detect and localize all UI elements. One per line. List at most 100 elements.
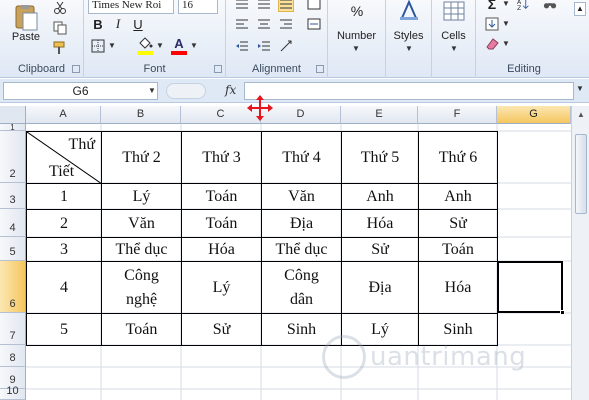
row-header-3[interactable]: 3 [0,183,26,209]
column-header-A[interactable]: A [26,106,101,124]
fill-color-button[interactable] [136,36,154,56]
align-left-button[interactable] [234,16,250,32]
corner-cell[interactable]: Thứ Tiết [26,131,102,184]
borders-button[interactable] [90,38,106,54]
fill-button[interactable] [484,16,500,32]
subject-cell[interactable]: Địa [261,209,342,238]
fill-color-dropdown-icon[interactable]: ▼ [156,41,164,50]
scroll-thumb[interactable] [575,134,587,214]
formula-expand-button[interactable]: ▼ [576,84,586,98]
cut-button[interactable] [52,0,68,16]
row-header-2[interactable]: 2 [0,131,26,183]
cells-dropdown-icon[interactable]: ▼ [450,44,458,53]
paste-button[interactable]: Paste [8,0,44,48]
formula-bar-grip[interactable] [166,83,206,99]
subject-cell[interactable]: Lý [101,183,182,210]
day-header[interactable]: Thứ 3 [181,131,262,184]
font-name-box[interactable]: Times New Roi [88,0,174,14]
column-header-G[interactable]: G [497,106,571,124]
ribbon-scroll-up[interactable]: ▲ [574,2,586,16]
bold-button[interactable]: B [90,16,106,32]
day-header[interactable]: Thứ 5 [341,131,419,184]
font-size-box[interactable]: 16 [178,0,218,14]
align-middle-button[interactable] [256,0,272,12]
row-header-8[interactable]: 8 [0,345,26,367]
period-cell[interactable]: 2 [26,209,102,238]
fill-dropdown-icon[interactable]: ▼ [502,19,510,28]
row-header-6[interactable]: 6 [0,261,26,313]
period-cell[interactable]: 5 [26,313,102,346]
column-header-B[interactable]: B [101,106,181,124]
name-box[interactable]: G6 [3,82,158,100]
subject-cell[interactable]: Lý [181,261,262,314]
fill-handle[interactable] [560,310,565,315]
subject-cell[interactable]: Anh [418,183,498,210]
subject-cell[interactable]: Sử [418,209,498,238]
insert-function-icon[interactable]: fx [225,83,236,97]
subject-cell[interactable]: Hóa [418,261,498,314]
cells-label[interactable]: Cells [432,30,475,42]
font-color-dropdown-icon[interactable]: ▼ [190,41,198,50]
subject-cell[interactable]: Toán [418,237,498,262]
subject-cell[interactable]: Hóa [181,237,262,262]
increase-indent-button[interactable] [256,38,272,54]
subject-cell[interactable]: Anh [341,183,419,210]
period-cell[interactable]: 3 [26,237,102,262]
select-all-corner[interactable] [0,106,26,124]
name-box-dropdown[interactable]: ▼ [148,86,156,95]
align-right-button[interactable] [278,16,294,32]
formula-input[interactable] [244,82,574,100]
row-header-1[interactable]: 1 [0,123,26,132]
align-center-button[interactable] [256,16,272,32]
column-header-D[interactable]: D [261,106,341,124]
autosum-dropdown-icon[interactable]: ▼ [502,0,510,8]
row-header-4[interactable]: 4 [0,209,26,237]
active-cell-G6[interactable] [497,261,563,313]
find-select-button[interactable] [542,0,558,12]
day-header[interactable]: Thứ 2 [101,131,182,184]
subject-cell[interactable]: Sử [341,237,419,262]
styles-label[interactable]: Styles [386,30,431,42]
copy-button[interactable] [52,20,68,36]
subject-cell[interactable]: Công dân [261,261,342,314]
period-cell[interactable]: 1 [26,183,102,210]
vertical-scrollbar[interactable]: ▲ [571,106,589,400]
underline-button[interactable]: U [130,16,146,32]
font-color-button[interactable]: A [170,36,188,56]
subject-cell[interactable]: Văn [261,183,342,210]
subject-cell[interactable]: Toán [181,209,262,238]
font-dialog-launcher[interactable] [214,65,222,73]
subject-cell[interactable]: Địa [341,261,419,314]
subject-cell[interactable]: Công nghệ [101,261,182,314]
borders-dropdown-icon[interactable]: ▼ [108,41,116,50]
merge-center-button[interactable] [306,16,322,32]
clipboard-dialog-launcher[interactable] [72,65,80,73]
alignment-dialog-launcher[interactable] [316,65,324,73]
align-bottom-button[interactable] [278,0,294,12]
row-header-10[interactable]: 10 [0,385,26,400]
scroll-up-arrow[interactable]: ▲ [574,108,588,122]
number-format-button[interactable]: % [340,0,374,24]
sort-filter-button[interactable]: AZ [516,0,532,12]
italic-button[interactable]: I [110,16,126,32]
day-header[interactable]: Thứ 6 [418,131,498,184]
subject-cell[interactable]: Toán [181,183,262,210]
autosum-button[interactable]: Σ [484,0,500,12]
row-header-5[interactable]: 5 [0,237,26,261]
day-header[interactable]: Thứ 4 [261,131,342,184]
styles-dropdown-icon[interactable]: ▼ [405,44,413,53]
orientation-button[interactable] [278,38,294,54]
decrease-indent-button[interactable] [234,38,250,54]
subject-cell[interactable]: Thể dục [261,237,342,262]
clear-button[interactable] [484,36,500,52]
column-header-F[interactable]: F [418,106,497,124]
subject-cell[interactable]: Văn [101,209,182,238]
cells-button[interactable] [437,0,471,24]
subject-cell[interactable]: Toán [101,313,182,346]
align-top-button[interactable] [234,0,250,12]
column-header-E[interactable]: E [341,106,418,124]
wrap-text-button[interactable] [306,0,322,12]
row-header-7[interactable]: 7 [0,313,26,345]
clear-dropdown-icon[interactable]: ▼ [502,39,510,48]
number-label[interactable]: Number [328,30,385,42]
